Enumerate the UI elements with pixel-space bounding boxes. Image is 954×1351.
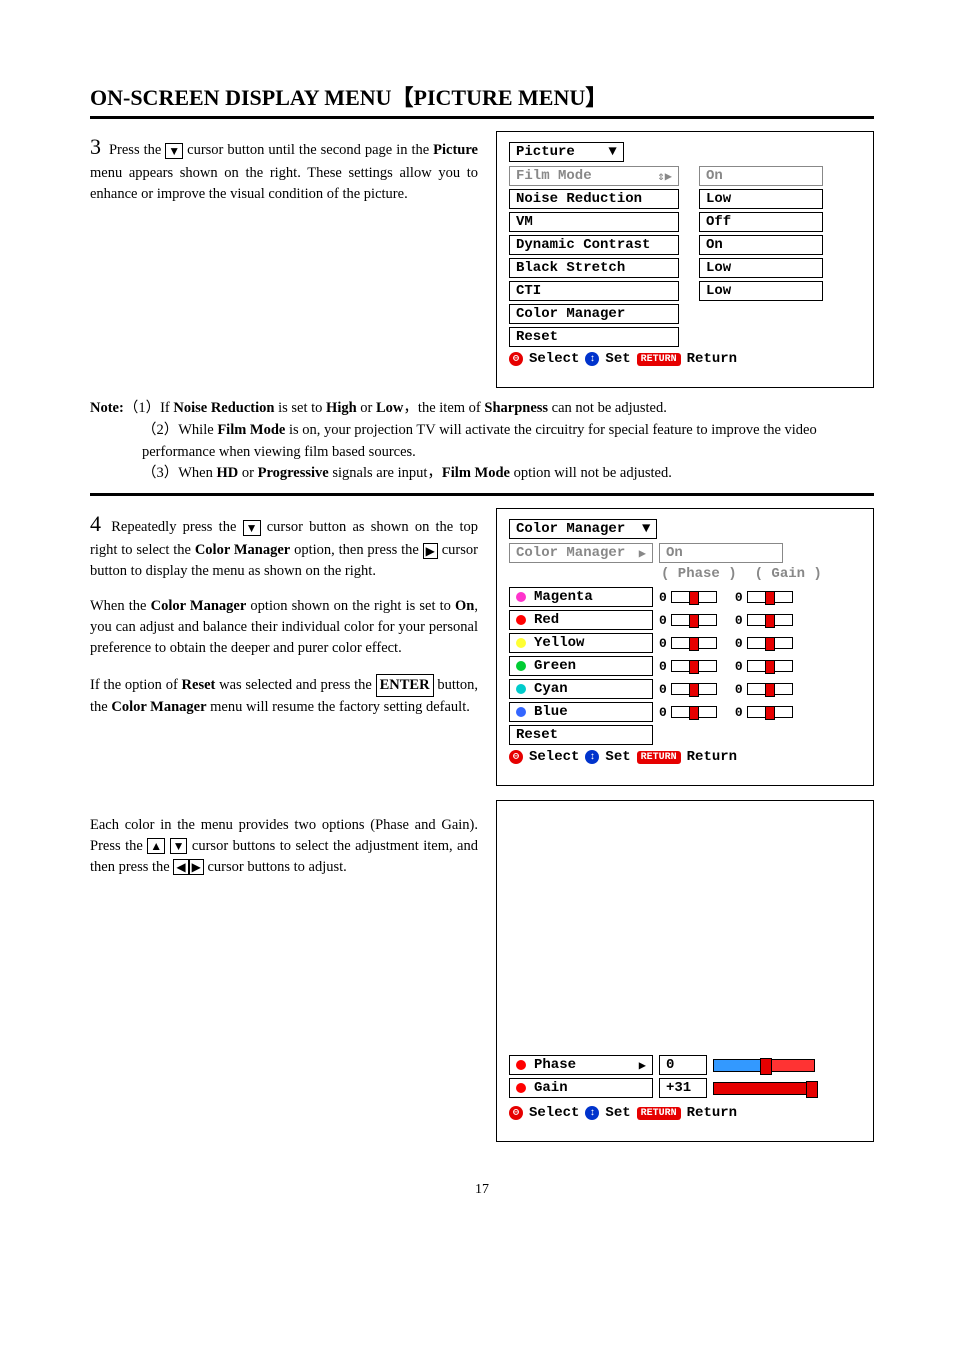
step3-number: 3 [90, 134, 101, 159]
osd1-row: Reset [509, 327, 861, 347]
return-pill-icon: RETURN [637, 353, 681, 366]
osd2-footer: ⊖Select ↕Set RETURNReturn [509, 749, 861, 765]
osd1-item-value: Off [699, 212, 823, 232]
select-icon: ⊖ [509, 1106, 523, 1120]
phase-gain-sliders: 00 [659, 659, 861, 674]
osd2-color-row: Red 00 [509, 610, 861, 630]
page-number: 17 [90, 1182, 874, 1198]
osd1-item-label: Film Mode⇕▶ [509, 166, 679, 186]
red-dot-icon [516, 615, 526, 625]
cursor-down-key: ▼ [243, 520, 261, 536]
cursor-right-key: ▶ [423, 543, 438, 559]
osd2-header: Color Manager ▼ [509, 519, 657, 539]
adjust-value: 0 [659, 1055, 815, 1075]
osd2-color-row: Cyan 00 [509, 679, 861, 699]
cursor-right-key: ▶ [189, 859, 204, 875]
set-icon: ↕ [585, 750, 599, 764]
red-dot-icon [516, 1083, 526, 1093]
step3-text: 3 Press the ▼ cursor button until the se… [90, 131, 488, 205]
osd1-footer: ⊖Select ↕Set RETURNReturn [509, 351, 861, 367]
osd1-item-value: Low [699, 281, 823, 301]
osd2-color-row: Blue 00 [509, 702, 861, 722]
osd1-item-label: Color Manager [509, 304, 679, 324]
osd2-color-row: Yellow 00 [509, 633, 861, 653]
cyan-dot-icon [516, 684, 526, 694]
osd2-color-row: Magenta 00 [509, 587, 861, 607]
osd1-row: Dynamic Contrast On [509, 235, 861, 255]
osd1-item-value: Low [699, 189, 823, 209]
osd1-row: Film Mode⇕▶ On [509, 166, 861, 186]
osd1-item-label: Reset [509, 327, 679, 347]
color-label: Cyan [509, 679, 653, 699]
adjust-value: +31 [659, 1078, 815, 1098]
color-label: Blue [509, 702, 653, 722]
cursor-left-key: ◀ [173, 859, 188, 875]
osd-picture-menu: Picture ▼ Film Mode⇕▶ On Noise Reduction Lo… [496, 131, 874, 388]
cursor-down-key: ▼ [170, 838, 188, 854]
red-dot-icon [516, 1060, 526, 1070]
osd2-subheader: Color Manager▶ [509, 543, 653, 563]
phase-gain-sliders: 00 [659, 705, 861, 720]
osd1-item-label: CTI [509, 281, 679, 301]
color-label: Magenta [509, 587, 653, 607]
blue-dot-icon [516, 707, 526, 717]
adjust-label: Gain [509, 1078, 653, 1098]
osd1-row: VM Off [509, 212, 861, 232]
osd1-row: Color Manager [509, 304, 861, 324]
osd1-item-label: Noise Reduction [509, 189, 679, 209]
select-icon: ⊖ [509, 352, 523, 366]
step4-text: 4 Repeatedly press the ▼ cursor button a… [90, 508, 488, 733]
osd2-reset: Reset [509, 725, 653, 745]
color-label: Red [509, 610, 653, 630]
step4-number: 4 [90, 511, 101, 536]
osd1-item-label: VM [509, 212, 679, 232]
set-icon: ↕ [585, 1106, 599, 1120]
notes-block: Note:（1）If Noise Reduction is set to Hig… [90, 398, 874, 485]
green-dot-icon [516, 661, 526, 671]
osd1-item-label: Dynamic Contrast [509, 235, 679, 255]
phase-gain-text: Each color in the menu provides two opti… [90, 800, 488, 892]
phase-gain-sliders: 00 [659, 613, 861, 628]
phase-gain-sliders: 00 [659, 682, 861, 697]
osd-phase-gain: Phase▶ 0 Gain +31 ⊖Select ↕Set RETURNReturn [496, 800, 874, 1142]
select-icon: ⊖ [509, 750, 523, 764]
page-title: ON-SCREEN DISPLAY MENU【PICTURE MENU】 [90, 80, 874, 119]
phase-gain-headers: ( Phase )( Gain ) [659, 566, 822, 582]
enter-key: ENTER [376, 674, 434, 697]
osd1-row: Black Stretch Low [509, 258, 861, 278]
osd1-row: CTI Low [509, 281, 861, 301]
osd3-footer: ⊖Select ↕Set RETURNReturn [509, 1105, 861, 1121]
return-pill-icon: RETURN [637, 1107, 681, 1120]
yellow-dot-icon [516, 638, 526, 648]
color-label: Yellow [509, 633, 653, 653]
return-pill-icon: RETURN [637, 751, 681, 764]
osd1-item-value: On [699, 235, 823, 255]
adjust-label: Phase▶ [509, 1055, 653, 1075]
cursor-down-key: ▼ [165, 143, 183, 159]
magenta-dot-icon [516, 592, 526, 602]
osd3-row: Gain +31 [509, 1078, 861, 1098]
color-label: Green [509, 656, 653, 676]
osd-color-manager: Color Manager ▼ Color Manager▶ On ( Phas… [496, 508, 874, 786]
osd2-subvalue: On [659, 543, 783, 563]
osd1-item-label: Black Stretch [509, 258, 679, 278]
cursor-up-key: ▲ [147, 838, 165, 854]
phase-gain-sliders: 00 [659, 636, 861, 651]
osd1-item-value: Low [699, 258, 823, 278]
phase-gain-sliders: 00 [659, 590, 861, 605]
osd2-color-row: Green 00 [509, 656, 861, 676]
osd1-header: Picture ▼ [509, 142, 624, 162]
osd1-row: Noise Reduction Low [509, 189, 861, 209]
set-icon: ↕ [585, 352, 599, 366]
osd1-item-value: On [699, 166, 823, 186]
osd3-row: Phase▶ 0 [509, 1055, 861, 1075]
